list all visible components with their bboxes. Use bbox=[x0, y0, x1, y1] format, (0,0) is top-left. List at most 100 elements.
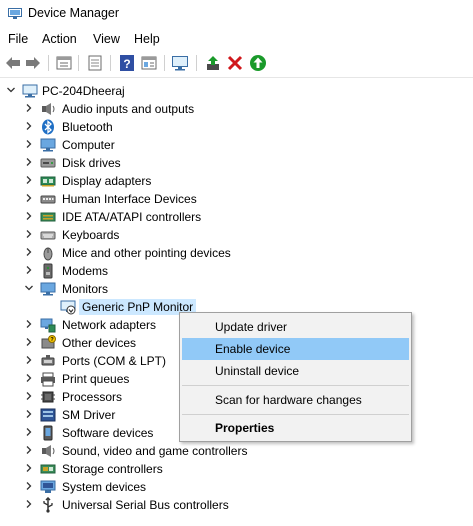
chevron-right-icon[interactable] bbox=[24, 319, 34, 329]
view-icon[interactable] bbox=[140, 54, 158, 72]
tree-item-label: Network adapters bbox=[62, 318, 157, 332]
toolbar: ? bbox=[0, 52, 473, 76]
chevron-right-icon[interactable] bbox=[24, 463, 34, 473]
tree-node-system-devices[interactable]: System devices bbox=[0, 478, 473, 496]
menu-item-scan-hardware[interactable]: Scan for hardware changes bbox=[182, 389, 409, 411]
chevron-right-icon[interactable] bbox=[24, 373, 34, 383]
chevron-right-icon[interactable] bbox=[24, 139, 34, 149]
chevron-right-icon[interactable] bbox=[24, 247, 34, 257]
chevron-right-icon[interactable] bbox=[24, 193, 34, 203]
menu-help[interactable]: Help bbox=[134, 32, 160, 46]
tree-item-label: SM Driver bbox=[62, 408, 116, 422]
chevron-down-icon[interactable] bbox=[24, 283, 34, 293]
toolbar-separator bbox=[48, 55, 49, 71]
chevron-down-icon[interactable] bbox=[6, 85, 16, 95]
chevron-right-icon[interactable] bbox=[24, 445, 34, 455]
menu-item-label: Properties bbox=[215, 421, 275, 435]
tree-item-label: Print queues bbox=[62, 372, 130, 386]
software-device-icon bbox=[43, 425, 53, 441]
tree-node-ide-ata-atapi-controllers[interactable]: IDE ATA/ATAPI controllers bbox=[0, 208, 473, 226]
tree-node-modems[interactable]: Modems bbox=[0, 262, 473, 280]
tree-node-disk-drives[interactable]: Disk drives bbox=[0, 154, 473, 172]
show-hidden-icon[interactable] bbox=[86, 54, 104, 72]
tree-node-universal-serial-bus-controllers[interactable]: Universal Serial Bus controllers bbox=[0, 496, 473, 514]
chevron-right-icon[interactable] bbox=[24, 337, 34, 347]
forward-arrow-icon[interactable] bbox=[24, 54, 42, 72]
tree-item-label: Universal Serial Bus controllers bbox=[62, 498, 229, 512]
menu-view[interactable]: View bbox=[93, 32, 120, 46]
tree-item-label: Human Interface Devices bbox=[62, 192, 197, 206]
menu-item-label: Scan for hardware changes bbox=[215, 393, 362, 407]
chevron-right-icon[interactable] bbox=[24, 211, 34, 221]
tree-item-label: Bluetooth bbox=[62, 120, 113, 134]
tree-root-label: PC-204Dheeraj bbox=[42, 84, 125, 98]
processor-icon bbox=[41, 391, 55, 403]
chevron-right-icon[interactable] bbox=[24, 391, 34, 401]
tree-node-bluetooth[interactable]: Bluetooth bbox=[0, 118, 473, 136]
chevron-right-icon[interactable] bbox=[24, 265, 34, 275]
tree-item-label: Audio inputs and outputs bbox=[62, 102, 195, 116]
chevron-right-icon[interactable] bbox=[24, 499, 34, 509]
toolbar-separator bbox=[164, 55, 165, 71]
speaker-icon bbox=[42, 103, 55, 115]
menu-item-update-driver[interactable]: Update driver bbox=[182, 316, 409, 338]
tree-node-mice-and-other-pointing-devices[interactable]: Mice and other pointing devices bbox=[0, 244, 473, 262]
menu-separator bbox=[182, 385, 409, 386]
modem-icon bbox=[43, 263, 53, 279]
update-driver-icon[interactable] bbox=[204, 54, 222, 72]
tree-item-label: Modems bbox=[62, 264, 109, 278]
tree-item-label: Computer bbox=[62, 138, 115, 152]
tree-node-human-interface-devices[interactable]: Human Interface Devices bbox=[0, 190, 473, 208]
svg-text:?: ? bbox=[123, 57, 130, 71]
ide-controller-icon bbox=[40, 212, 56, 222]
enable-device-icon[interactable] bbox=[249, 54, 267, 72]
mouse-icon bbox=[43, 247, 53, 261]
tree-root[interactable]: PC-204Dheeraj bbox=[0, 82, 473, 100]
tree-node-sound-video-and-game-controllers[interactable]: Sound, video and game controllers bbox=[0, 442, 473, 460]
tree-node-monitors[interactable]: Monitors bbox=[0, 280, 473, 298]
menu-item-label: Update driver bbox=[215, 320, 288, 334]
menu-bar: File Action View Help bbox=[0, 30, 473, 50]
menu-item-uninstall-device[interactable]: Uninstall device bbox=[182, 360, 409, 382]
chevron-right-icon[interactable] bbox=[24, 409, 34, 419]
monitor-icon bbox=[40, 282, 56, 296]
menu-file[interactable]: File bbox=[8, 32, 28, 46]
tree-node-computer[interactable]: Computer bbox=[0, 136, 473, 154]
chevron-right-icon[interactable] bbox=[24, 103, 34, 113]
menu-item-properties[interactable]: Properties bbox=[182, 417, 409, 439]
tree-node-display-adapters[interactable]: Display adapters bbox=[0, 172, 473, 190]
chevron-right-icon[interactable] bbox=[24, 157, 34, 167]
port-icon bbox=[41, 355, 55, 366]
menu-action[interactable]: Action bbox=[42, 32, 77, 46]
menu-item-enable-device[interactable]: Enable device bbox=[182, 338, 409, 360]
printer-icon bbox=[41, 372, 55, 387]
context-menu: Update driver Enable device Uninstall de… bbox=[179, 312, 412, 442]
chevron-right-icon[interactable] bbox=[24, 229, 34, 239]
title-bar: Device Manager bbox=[0, 0, 473, 28]
tree-item-label: Other devices bbox=[62, 336, 137, 350]
menu-separator bbox=[182, 414, 409, 415]
tree-node-audio-inputs-and-outputs[interactable]: Audio inputs and outputs bbox=[0, 100, 473, 118]
tree-node-storage-controllers[interactable]: Storage controllers bbox=[0, 460, 473, 478]
tree-item-label: IDE ATA/ATAPI controllers bbox=[62, 210, 202, 224]
chevron-right-icon[interactable] bbox=[24, 481, 34, 491]
menu-item-label: Uninstall device bbox=[215, 364, 300, 378]
tree-item-label: Sound, video and game controllers bbox=[62, 444, 248, 458]
sound-controller-icon bbox=[42, 445, 55, 457]
disk-drive-icon bbox=[40, 158, 56, 168]
chevron-right-icon[interactable] bbox=[24, 175, 34, 185]
scan-hardware-icon[interactable] bbox=[171, 54, 189, 72]
chevron-right-icon[interactable] bbox=[24, 121, 34, 131]
properties-icon[interactable] bbox=[55, 54, 73, 72]
tree-item-label: Mice and other pointing devices bbox=[62, 246, 231, 260]
uninstall-device-icon[interactable] bbox=[226, 54, 244, 72]
toolbar-separator bbox=[110, 55, 111, 71]
tree-node-keyboards[interactable]: Keyboards bbox=[0, 226, 473, 244]
menu-item-label: Enable device bbox=[215, 342, 291, 356]
chevron-right-icon[interactable] bbox=[24, 427, 34, 437]
monitor-disabled-icon bbox=[60, 300, 76, 315]
help-icon[interactable]: ? bbox=[118, 54, 136, 72]
chevron-right-icon[interactable] bbox=[24, 355, 34, 365]
storage-controller-icon bbox=[40, 464, 56, 474]
back-arrow-icon[interactable] bbox=[4, 54, 22, 72]
